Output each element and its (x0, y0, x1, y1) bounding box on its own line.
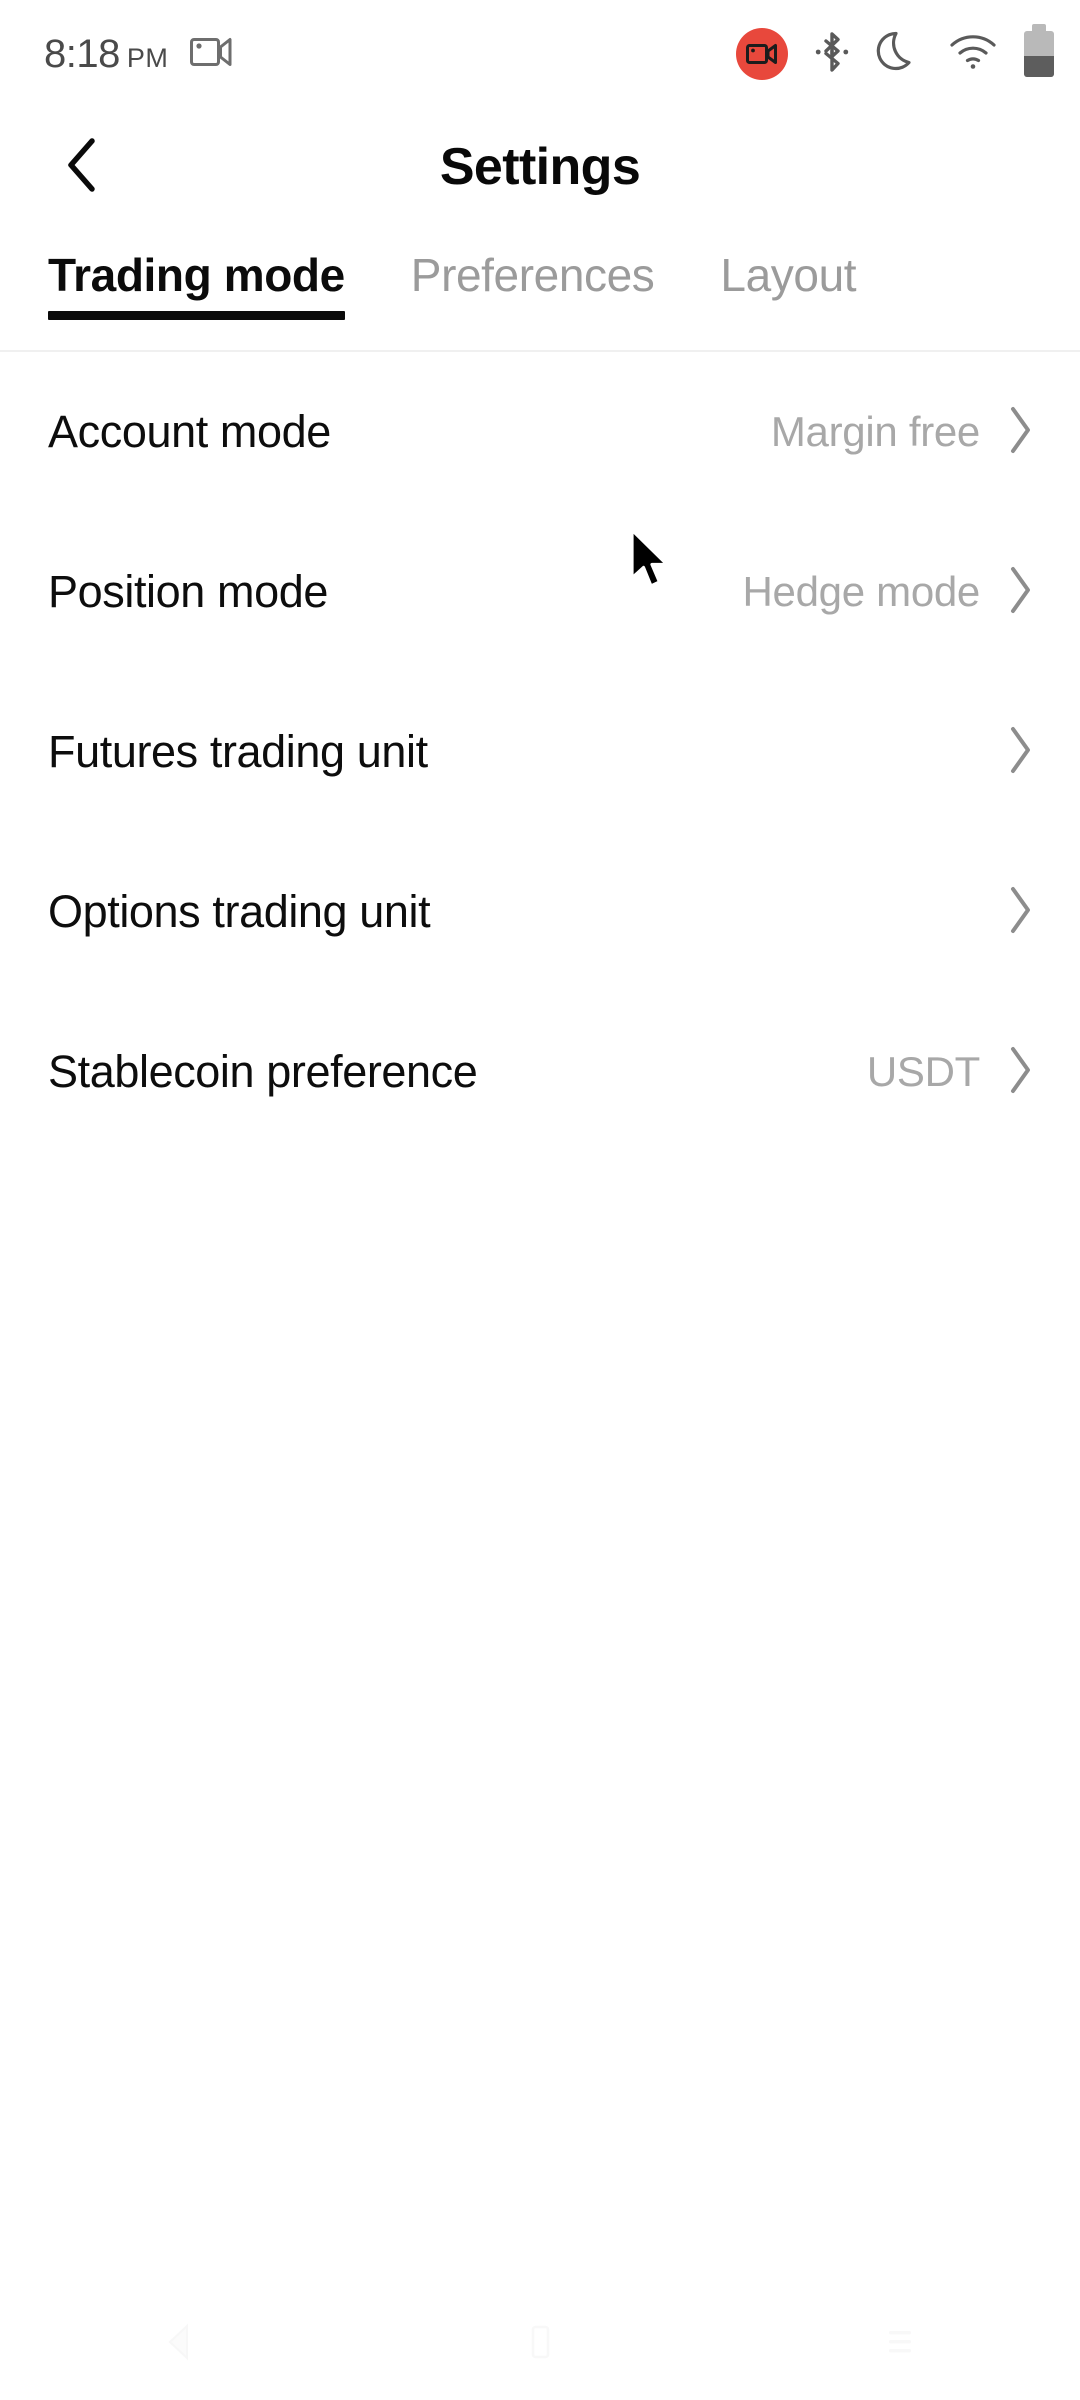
status-bar-right (736, 28, 1054, 81)
settings-row-options-trading-unit[interactable]: Options trading unit (0, 832, 1080, 992)
chevron-right-icon (1006, 404, 1036, 461)
chevron-right-icon (1006, 884, 1036, 941)
settings-list: Account mode Margin free Position mode H… (0, 352, 1080, 1152)
battery-fill (1024, 56, 1054, 77)
tab-preferences[interactable]: Preferences (411, 234, 655, 302)
tab-label: Preferences (410, 249, 655, 301)
screen-record-badge-icon (736, 28, 788, 80)
row-label: Account mode (48, 406, 331, 457)
mouse-cursor (628, 528, 674, 599)
tab-trading-mode[interactable]: Trading mode (48, 234, 345, 320)
nav-recents-button[interactable] (825, 2288, 975, 2400)
row-label: Stablecoin preference (48, 1046, 478, 1097)
phone-screen: 8:18 PM Settings Trading mode Preference… (0, 0, 1080, 2400)
row-value: USDT (866, 1048, 980, 1095)
row-right (980, 884, 1036, 941)
row-right: USDT (867, 1044, 1036, 1101)
page-title: Settings (439, 138, 641, 196)
chevron-right-icon (1006, 1044, 1036, 1101)
clock-time: 8:18 (44, 31, 120, 76)
do-not-disturb-moon-icon (876, 28, 922, 81)
bluetooth-icon (815, 29, 849, 80)
tab-layout[interactable]: Layout (720, 234, 856, 302)
wifi-icon (949, 33, 997, 76)
status-bar-clock: 8:18 PM (44, 32, 168, 77)
row-value: Hedge mode (742, 568, 981, 615)
back-triangle-icon (163, 2322, 197, 2367)
recents-lines-icon (880, 2322, 920, 2367)
row-right (980, 724, 1036, 781)
status-bar-left: 8:18 PM (44, 32, 234, 77)
row-label: Position mode (48, 566, 328, 617)
settings-row-futures-trading-unit[interactable]: Futures trading unit (0, 672, 1080, 832)
tab-label: Layout (720, 249, 857, 301)
chevron-left-icon (61, 135, 105, 200)
android-nav-bar (0, 2288, 1080, 2400)
battery-icon (1024, 31, 1054, 77)
nav-home-button[interactable] (465, 2288, 615, 2400)
settings-row-account-mode[interactable]: Account mode Margin free (0, 352, 1080, 512)
row-value: Margin free (770, 408, 980, 455)
clock-meridiem: PM (126, 42, 169, 73)
row-label: Futures trading unit (48, 726, 428, 777)
chevron-right-icon (1006, 564, 1036, 621)
settings-row-position-mode[interactable]: Position mode Hedge mode (0, 512, 1080, 672)
tab-label: Trading mode (48, 249, 345, 301)
screen-record-camera-icon (190, 35, 234, 74)
row-right: Margin free (771, 404, 1036, 461)
status-bar: 8:18 PM (0, 0, 1080, 108)
active-tab-underline (48, 311, 345, 320)
settings-row-stablecoin-preference[interactable]: Stablecoin preference USDT (0, 992, 1080, 1152)
chevron-right-icon (1006, 724, 1036, 781)
tab-bar: Trading mode Preferences Layout (0, 234, 1080, 352)
app-header: Settings (0, 108, 1080, 226)
row-right: Hedge mode (743, 564, 1037, 621)
row-label: Options trading unit (48, 886, 431, 937)
back-button[interactable] (40, 124, 126, 210)
nav-back-button[interactable] (105, 2288, 255, 2400)
home-square-icon (523, 2322, 557, 2367)
